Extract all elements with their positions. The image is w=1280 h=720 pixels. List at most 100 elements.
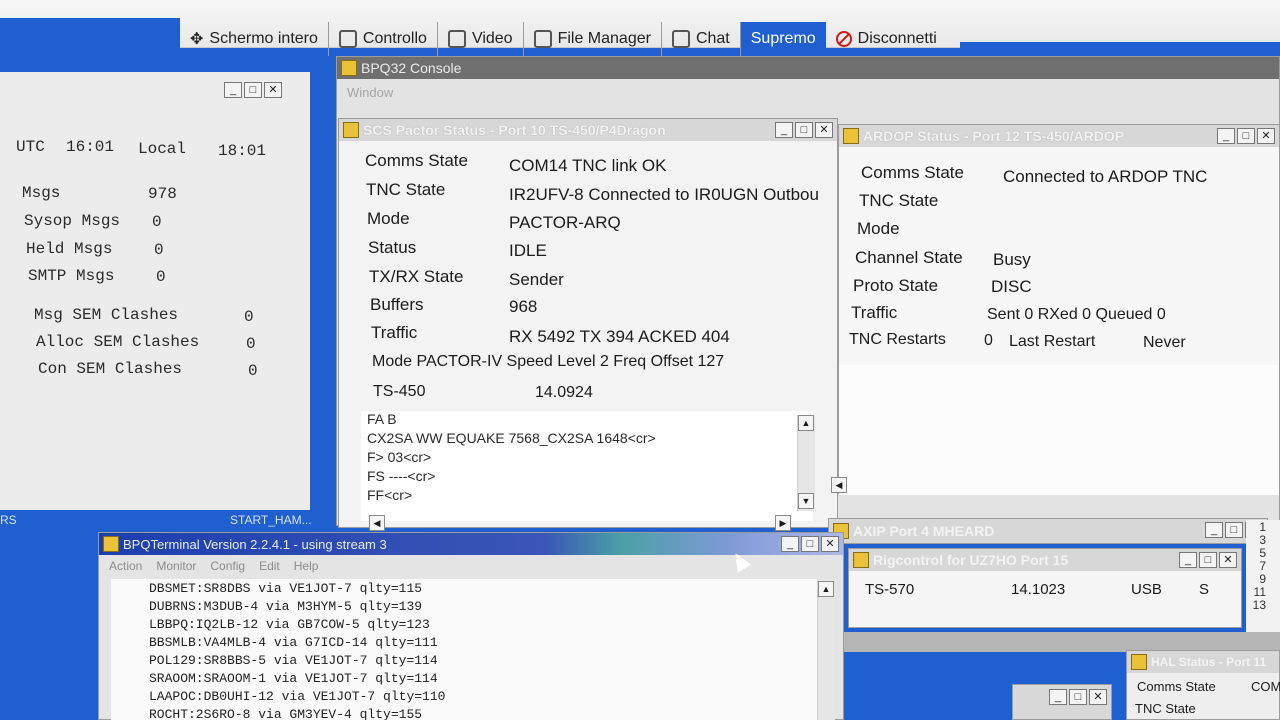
axip-titlebar[interactable]: AXIP Port 4 MHEARD	[829, 519, 1267, 543]
control-button[interactable]: Controllo	[329, 22, 438, 56]
maximize-button[interactable]: □	[1225, 522, 1243, 538]
ardop-traffic-value: Sent 0 RXed 0 Queued 0	[987, 306, 1166, 323]
ardop-restarts-value: 0	[984, 332, 993, 349]
maximize-button[interactable]: □	[1237, 128, 1255, 144]
stat-label: SMTP Msgs	[28, 267, 115, 285]
mode-value: PACTOR-ARQ	[509, 213, 621, 232]
close-button[interactable]: ✕	[1257, 128, 1275, 144]
status-value: IDLE	[509, 241, 547, 260]
log-line: FA B	[367, 411, 397, 427]
mode-label: Mode	[367, 209, 410, 228]
ardop-titlebar[interactable]: ARDOP Status - Port 12 TS-450/ARDOP	[839, 125, 1279, 147]
port-number: 5	[1259, 546, 1266, 560]
stat-value: 0	[152, 213, 162, 231]
rig-mode: USB	[1131, 581, 1162, 598]
maximize-button[interactable]: □	[801, 536, 819, 552]
bbs-status-window: _ □ ✕ UTC 16:01 Local 18:01 Msgs 978 Sys…	[0, 72, 310, 512]
scroll-up-arrow-icon[interactable]: ▲	[798, 415, 814, 431]
minimized-window: _ □ ✕	[1012, 684, 1112, 720]
terminal-titlebar[interactable]: BPQTerminal Version 2.2.4.1 - using stre…	[99, 533, 843, 555]
console-titlebar[interactable]: BPQ32 Console	[337, 57, 1279, 79]
port-number: 13	[1252, 598, 1266, 612]
buffers-label: Buffers	[370, 295, 424, 314]
menu-config[interactable]: Config	[210, 559, 245, 573]
terminal-vertical-scrollbar[interactable]: ▲	[817, 579, 835, 720]
ardop-status-window: ARDOP Status - Port 12 TS-450/ARDOP _ □ …	[831, 124, 1280, 495]
window-buttons: _ □ ✕	[1049, 689, 1107, 705]
disconnect-button[interactable]: Disconnetti	[826, 22, 947, 56]
port-number: 3	[1259, 533, 1266, 547]
ardop-title: ARDOP Status - Port 12 TS-450/ARDOP	[863, 128, 1125, 144]
stat-value: 0	[156, 268, 166, 286]
chat-button[interactable]: Chat	[662, 22, 741, 56]
stat-label: Msgs	[22, 184, 61, 202]
menu-action[interactable]: Action	[109, 559, 142, 573]
menu-help[interactable]: Help	[294, 559, 319, 573]
buffers-value: 968	[509, 297, 538, 316]
maximize-button[interactable]: □	[1199, 552, 1217, 568]
clash-value: 0	[244, 308, 254, 326]
window-buttons: _ □ ✕	[1217, 128, 1275, 144]
minimize-button[interactable]: _	[775, 122, 793, 138]
log-line: CX2SA WW EQUAKE 7568_CX2SA 1648<cr>	[367, 430, 656, 446]
file-manager-button[interactable]: File Manager	[524, 22, 662, 56]
close-button[interactable]: ✕	[1219, 552, 1237, 568]
scroll-left-arrow-icon[interactable]: ◀	[831, 477, 847, 493]
close-button[interactable]: ✕	[815, 122, 833, 138]
console-menu-window[interactable]: Window	[347, 85, 393, 100]
minimize-button[interactable]: _	[781, 536, 799, 552]
log-vertical-scrollbar[interactable]: ▲ ▼	[797, 415, 815, 511]
ardop-comms-state-value: Connected to ARDOP TNC	[1003, 167, 1208, 186]
hal-title: HAL Status - Port 11	[1151, 655, 1267, 669]
ardop-proto-state-label: Proto State	[853, 276, 939, 295]
stop-icon	[835, 31, 852, 47]
close-button[interactable]: ✕	[1089, 689, 1107, 705]
close-button[interactable]: ✕	[264, 82, 282, 98]
minimize-button[interactable]: _	[1217, 128, 1235, 144]
scroll-up-arrow-icon[interactable]: ▲	[818, 581, 834, 597]
minimize-button[interactable]: _	[1179, 552, 1197, 568]
bpq-app-icon	[1131, 654, 1147, 670]
bpq-app-icon	[341, 60, 357, 76]
close-button[interactable]: ✕	[821, 536, 839, 552]
fullscreen-button[interactable]: ✥ Schermo intero	[180, 22, 329, 56]
terminal-output[interactable]: DBSMET:SR8DBS via VE1JOT-7 qlty=115 DUBR…	[111, 579, 823, 720]
right-port-numbers: 1 3 5 7 9 11 13	[1246, 520, 1280, 642]
window-buttons: _ □ ✕	[775, 122, 833, 138]
video-button[interactable]: Video	[438, 22, 524, 56]
scroll-left-arrow-icon[interactable]: ◀	[369, 515, 385, 531]
maximize-button[interactable]: □	[1069, 689, 1087, 705]
remote-toolbar-items: ✥ Schermo intero Controllo Video File Ma…	[180, 22, 947, 56]
window-buttons: _ □ ✕	[781, 536, 839, 552]
hal-status-window: HAL Status - Port 11 Comms State COM TNC…	[1126, 650, 1280, 720]
comms-state-label: Comms State	[365, 151, 468, 170]
scs-log-box[interactable]: FA B CX2SA WW EQUAKE 7568_CX2SA 1648<cr>…	[361, 411, 813, 521]
move-arrows-icon: ✥	[190, 31, 204, 48]
menu-monitor[interactable]: Monitor	[156, 559, 196, 573]
comms-state-value: COM14 TNC link OK	[509, 156, 667, 175]
maximize-button[interactable]: □	[795, 122, 813, 138]
hal-titlebar[interactable]: HAL Status - Port 11	[1127, 651, 1279, 673]
taskbar-start-ham[interactable]: START_HAM...	[230, 513, 312, 527]
minimize-button[interactable]: _	[1049, 689, 1067, 705]
traffic-label: Traffic	[371, 323, 418, 342]
ardop-channel-state-value: Busy	[993, 250, 1031, 269]
scroll-right-arrow-icon[interactable]: ▶	[775, 515, 791, 531]
taskbar-strip: RS START_HAM...	[0, 510, 330, 532]
minimize-button[interactable]: _	[1205, 522, 1223, 538]
tnc-state-label: TNC State	[366, 180, 446, 199]
desktop-strip	[838, 632, 1280, 652]
supremo-button[interactable]: Supremo	[740, 22, 826, 56]
console-title: BPQ32 Console	[361, 60, 462, 76]
scs-titlebar[interactable]: SCS Pactor Status - Port 10 TS-450/P4Dra…	[339, 119, 837, 141]
hal-comms-state-label: Comms State	[1137, 679, 1216, 694]
ardop-log-area[interactable]	[839, 365, 1279, 495]
menu-edit[interactable]: Edit	[259, 559, 280, 573]
scs-title: SCS Pactor Status - Port 10 TS-450/P4Dra…	[363, 122, 666, 138]
local-time: 18:01	[218, 142, 267, 160]
scroll-down-arrow-icon[interactable]: ▼	[798, 493, 814, 509]
maximize-button[interactable]: □	[244, 82, 262, 98]
log-line: FF<cr>	[367, 487, 413, 503]
minimize-button[interactable]: _	[224, 82, 242, 98]
folders-icon	[533, 30, 552, 48]
